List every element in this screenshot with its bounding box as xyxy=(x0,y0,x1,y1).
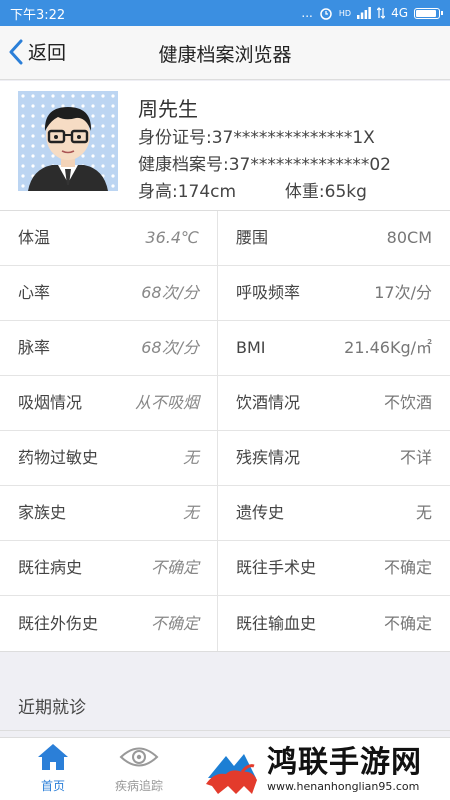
id-value: 37**************1X xyxy=(211,128,375,148)
row-label: 既往手术史 xyxy=(236,558,317,577)
more-dots-icon: ... xyxy=(301,6,313,20)
id-label: 身份证号: xyxy=(138,128,212,148)
row-value: 不确定 xyxy=(115,596,218,651)
row-value: 不确定 xyxy=(115,541,218,595)
status-icons: ... HD 4G xyxy=(301,6,443,20)
record-label: 健康档案号: xyxy=(138,155,229,175)
network-type: 4G xyxy=(391,6,408,20)
watermark-url: www.henanhonglian95.com xyxy=(267,780,420,793)
table-row: 脉率 68次/分 BMI 21.46Kg/㎡ xyxy=(0,321,450,376)
row-value: 68次/分 xyxy=(115,321,218,375)
row-label: 家族史 xyxy=(18,503,67,522)
row-label: 遗传史 xyxy=(236,503,285,522)
avatar xyxy=(18,91,118,191)
table-row: 吸烟情况 从不吸烟 饮酒情况 不饮酒 xyxy=(0,376,450,431)
weight-label: 体重: xyxy=(284,182,325,202)
row-label: BMI xyxy=(236,338,266,357)
weight-value: 65kg xyxy=(324,182,367,202)
height-label: 身高: xyxy=(138,182,178,202)
table-row: 药物过敏史 无 残疾情况 不详 xyxy=(0,431,450,486)
health-info-grid: 体温 36.4℃ 腰围 80CM 心率 68次/分 呼吸频率 17次/分 脉率 … xyxy=(0,211,450,652)
record-number-line: 健康档案号:37**************02 xyxy=(138,150,391,175)
row-value: 36.4℃ xyxy=(115,211,218,265)
row-value: 无 xyxy=(415,503,432,522)
tab-home-label: 首页 xyxy=(40,779,65,793)
back-button[interactable]: 返回 xyxy=(8,38,66,65)
row-value: 不详 xyxy=(399,448,432,467)
row-value: 从不吸烟 xyxy=(115,376,218,430)
row-label: 既往外伤史 xyxy=(18,613,99,633)
row-label: 脉率 xyxy=(18,338,51,357)
eye-icon xyxy=(119,747,159,767)
record-value: 37**************02 xyxy=(228,155,391,175)
recent-visits-header: 近期就诊 xyxy=(0,675,450,731)
tab-home[interactable]: 首页 xyxy=(8,742,98,794)
row-label: 残疾情况 xyxy=(236,448,301,467)
watermark-title: 鸿联手游网 xyxy=(267,745,422,780)
row-label: 吸烟情况 xyxy=(18,393,83,412)
alarm-icon xyxy=(320,8,332,20)
battery-icon xyxy=(414,7,443,19)
profile-card: 周先生 身份证号:37**************1X 健康档案号:37****… xyxy=(0,81,450,211)
patient-name: 周先生 xyxy=(138,97,198,121)
row-value: 不确定 xyxy=(383,558,432,577)
bull-logo-icon xyxy=(204,742,259,797)
hd-label: HD xyxy=(338,8,352,18)
table-row: 心率 68次/分 呼吸频率 17次/分 xyxy=(0,266,450,321)
table-row: 既往病史 不确定 既往手术史 不确定 xyxy=(0,541,450,596)
back-label: 返回 xyxy=(28,42,67,64)
body-metrics-line: 身高:174cm 体重:65kg xyxy=(138,177,367,202)
height-value: 174cm xyxy=(177,182,237,202)
cartoon-man-avatar xyxy=(18,91,118,191)
tab-disease-tracking-label: 疾病追踪 xyxy=(114,779,163,793)
recent-visits-title: 近期就诊 xyxy=(18,698,86,718)
row-label: 体温 xyxy=(18,228,51,247)
row-value: 无 xyxy=(115,431,218,485)
row-label: 心率 xyxy=(18,283,51,302)
row-label: 既往输血史 xyxy=(236,613,317,633)
row-value: 17次/分 xyxy=(374,283,432,302)
chevron-left-icon xyxy=(9,39,23,64)
table-row: 既往外伤史 不确定 既往输血史 不确定 xyxy=(0,596,450,651)
row-value: 68次/分 xyxy=(115,266,218,320)
status-bar: 下午3:22 ... HD 4G xyxy=(0,0,450,26)
row-value: 不饮酒 xyxy=(383,393,432,412)
row-value: 80CM xyxy=(386,228,432,247)
nav-bar: 返回 健康档案浏览器 xyxy=(0,26,450,80)
table-row: 家族史 无 遗传史 无 xyxy=(0,486,450,541)
row-value: 无 xyxy=(115,486,218,540)
home-icon xyxy=(38,744,68,770)
tab-disease-tracking[interactable]: 疾病追踪 xyxy=(94,742,184,794)
site-watermark: 鸿联手游网 www.henanhonglian95.com xyxy=(202,739,450,800)
table-row: 体温 36.4℃ 腰围 80CM xyxy=(0,211,450,266)
row-label: 呼吸频率 xyxy=(236,283,301,302)
page-title: 健康档案浏览器 xyxy=(158,44,292,66)
row-label: 既往病史 xyxy=(18,558,83,577)
row-label: 药物过敏史 xyxy=(18,448,99,467)
row-value: 21.46Kg/㎡ xyxy=(344,338,432,357)
data-arrows-icon xyxy=(377,7,386,19)
row-label: 饮酒情况 xyxy=(236,393,301,412)
signal-icon xyxy=(357,7,371,19)
row-label: 腰围 xyxy=(236,228,269,247)
status-time: 下午3:22 xyxy=(10,7,66,23)
id-number-line: 身份证号:37**************1X xyxy=(138,123,375,148)
row-value: 不确定 xyxy=(383,613,432,633)
